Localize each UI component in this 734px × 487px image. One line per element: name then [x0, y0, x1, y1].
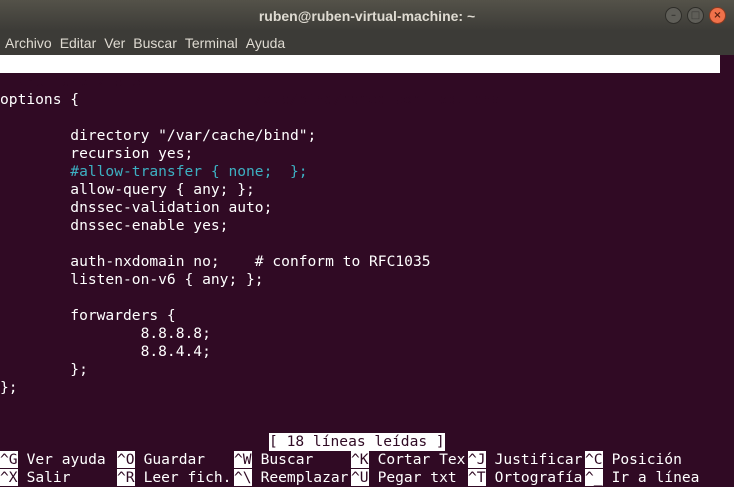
shortcut-key: ^C: [585, 451, 603, 468]
maximize-icon[interactable]: □: [687, 7, 704, 24]
shortcut-key: ^K: [351, 451, 369, 468]
code-line: 8.8.8.8;: [0, 325, 211, 342]
shortcut-label: Ortografía: [494, 469, 583, 486]
shortcut-key: ^\: [234, 469, 252, 486]
window-title: ruben@ruben-virtual-machine: ~: [258, 7, 476, 24]
code-line: listen-on-v6 { any; };: [0, 271, 264, 288]
terminal-scrollbar[interactable]: [720, 55, 734, 487]
shortcut-key: ^U: [351, 469, 369, 486]
shortcut-item[interactable]: ^W Buscar: [234, 451, 313, 469]
shortcut-item[interactable]: ^T Ortografía: [468, 469, 582, 487]
shortcut-key: ^G: [0, 451, 18, 468]
shortcut-label: Justificar: [494, 451, 583, 468]
code-line: directory "/var/cache/bind";: [0, 127, 317, 144]
shortcut-label: Ir a línea: [611, 469, 700, 486]
code-line: options {: [0, 91, 80, 108]
shortcut-label: Reemplazar: [260, 469, 349, 486]
close-icon[interactable]: ×: [709, 7, 726, 24]
code-line: };: [0, 361, 88, 378]
shortcut-key: ^X: [0, 469, 18, 486]
nano-version: GNU nano 2.9.3: [18, 73, 142, 90]
shortcut-label: Ver ayuda: [26, 451, 106, 468]
shortcut-label: Posición: [611, 451, 682, 468]
shortcut-label: Salir: [26, 469, 71, 486]
shortcut-label: Pegar txt: [377, 469, 457, 486]
shortcut-item[interactable]: ^X Salir: [0, 469, 71, 487]
window-controls: – □ ×: [665, 7, 726, 24]
menu-terminal[interactable]: Terminal: [185, 35, 238, 51]
shortcut-item[interactable]: ^O Guardar: [117, 451, 205, 469]
code-line: 8.8.4.4;: [0, 343, 211, 360]
shortcut-key: ^_: [585, 469, 603, 486]
code-line: dnssec-validation auto;: [0, 199, 273, 216]
shortcut-key: ^O: [117, 451, 135, 468]
nano-header: GNU nano 2.9.3 /etc/bind/named.conf.opti…: [0, 55, 720, 108]
code-line: allow-query { any; };: [0, 181, 255, 198]
code-line: auth-nxdomain no; # conform to RFC1035: [0, 253, 431, 270]
shortcut-key: ^J: [468, 451, 486, 468]
shortcut-row-2: ^X Salir ^R Leer fich. ^\ Reemplazar ^U Pegar t…: [0, 469, 720, 487]
code-line: dnssec-enable yes;: [0, 217, 229, 234]
menu-bar: Archivo Editar Ver Buscar Terminal Ayuda: [0, 31, 734, 55]
shortcut-item[interactable]: ^J Justificar: [468, 451, 582, 469]
code-line: #allow-transfer { none; };: [0, 163, 308, 180]
shortcut-key: ^T: [468, 469, 486, 486]
shortcut-key: ^W: [234, 451, 252, 468]
shortcut-label: Buscar: [260, 451, 314, 468]
menu-ayuda[interactable]: Ayuda: [246, 35, 285, 51]
menu-editar[interactable]: Editar: [60, 35, 97, 51]
shortcut-row-1: ^G Ver ayuda ^O Guardar ^W Buscar ^K Cortar Tex…: [0, 451, 720, 469]
shortcut-item[interactable]: ^U Pegar txt: [351, 469, 457, 487]
code-line: forwarders {: [0, 307, 176, 324]
code-line: };: [0, 379, 18, 396]
window-titlebar[interactable]: ruben@ruben-virtual-machine: ~ – □ ×: [0, 0, 734, 31]
shortcut-item[interactable]: ^_ Ir a línea: [585, 469, 699, 487]
shortcut-item[interactable]: ^G Ver ayuda: [0, 451, 106, 469]
shortcut-label: Leer fich.: [143, 469, 232, 486]
shortcut-item[interactable]: ^C Posición: [585, 451, 682, 469]
shortcut-key: ^R: [117, 469, 135, 486]
menu-archivo[interactable]: Archivo: [5, 35, 52, 51]
menu-ver[interactable]: Ver: [104, 35, 125, 51]
menu-buscar[interactable]: Buscar: [133, 35, 177, 51]
status-message: [ 18 líneas leídas ]: [269, 433, 445, 451]
minimize-icon[interactable]: –: [665, 7, 682, 24]
shortcut-item[interactable]: ^R Leer fich.: [117, 469, 231, 487]
shortcut-label: Guardar: [143, 451, 206, 468]
shortcut-item[interactable]: ^K Cortar Tex: [351, 451, 465, 469]
terminal-area[interactable]: GNU nano 2.9.3 /etc/bind/named.conf.opti…: [0, 55, 734, 487]
code-line: recursion yes;: [0, 145, 194, 162]
shortcut-label: Cortar Tex: [377, 451, 466, 468]
shortcut-item[interactable]: ^\ Reemplazar: [234, 469, 348, 487]
nano-filename: /etc/bind/named.conf.options: [254, 91, 501, 108]
